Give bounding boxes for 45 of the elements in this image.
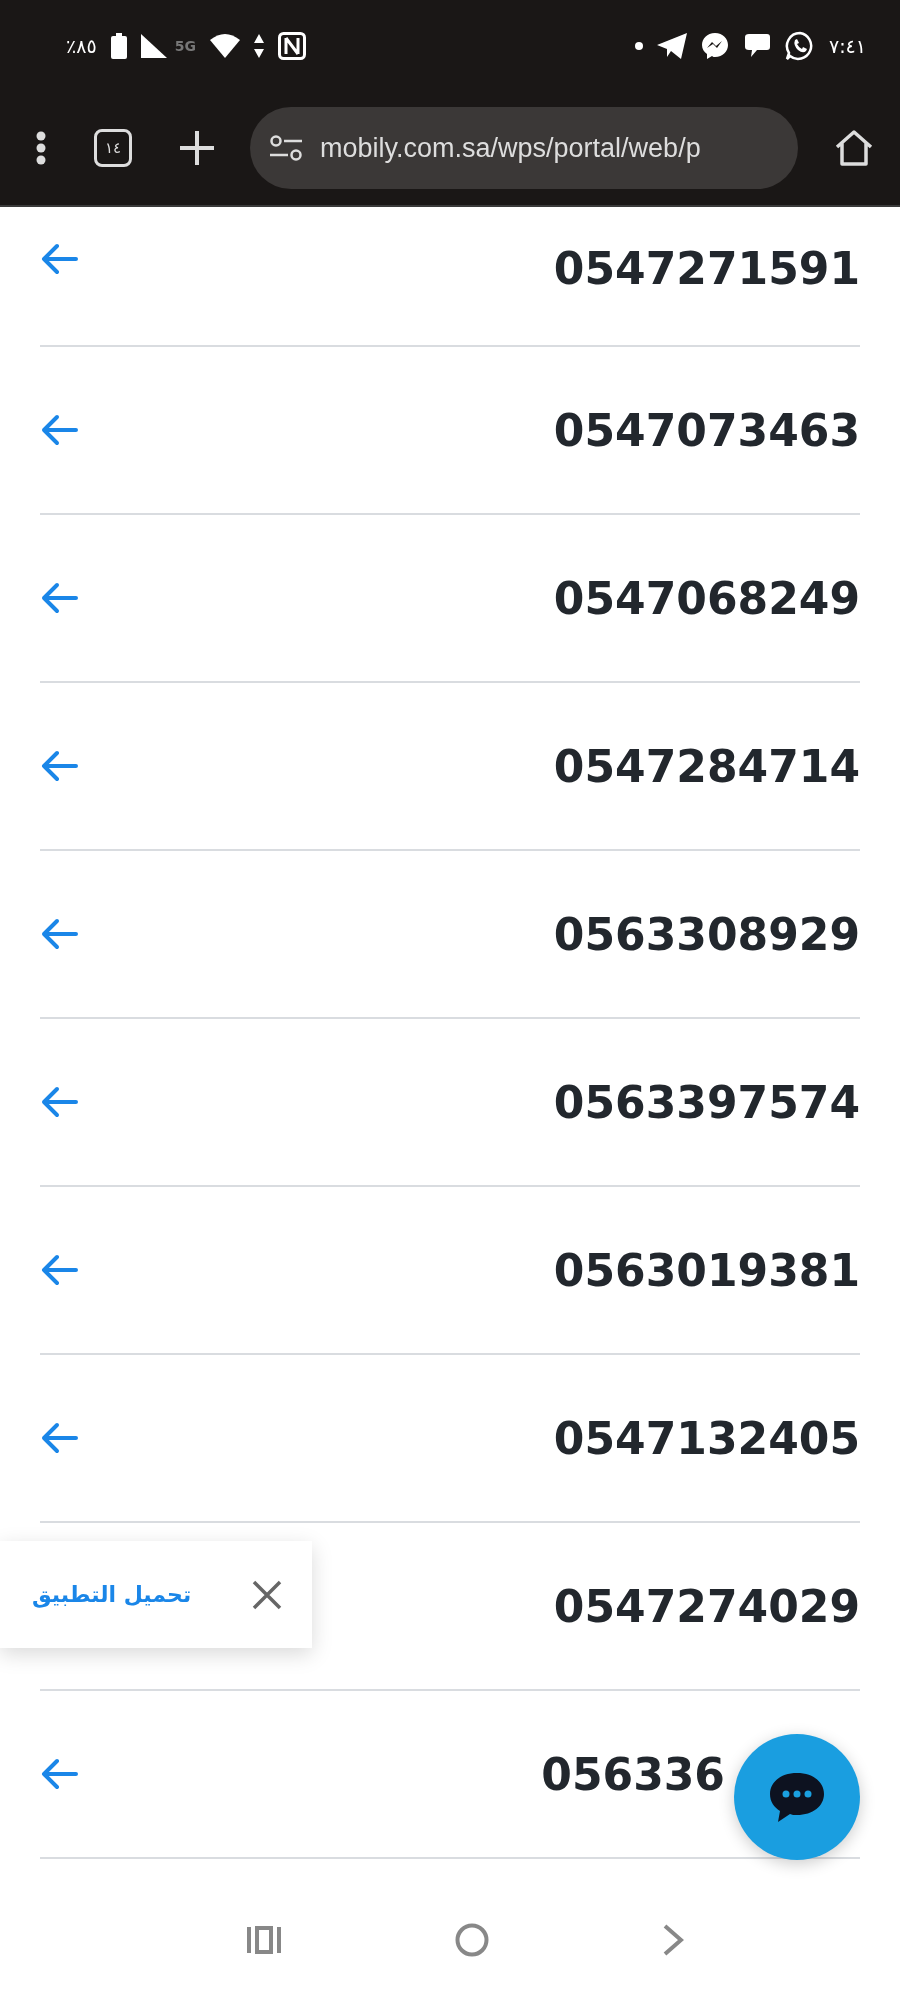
phone-number[interactable]: 0563308929 [553, 908, 860, 960]
home-icon[interactable] [834, 129, 874, 167]
clock: ٧:٤١ [828, 35, 866, 57]
arrow-left-icon[interactable] [40, 414, 78, 446]
address-bar[interactable]: mobily.com.sa/wps/portal/web/p [250, 107, 798, 189]
phone-bubble-icon [784, 31, 815, 61]
arrow-left-icon[interactable] [40, 1254, 78, 1286]
chat-bubble-icon[interactable] [768, 1771, 826, 1823]
signal-icon [140, 34, 167, 58]
dot-icon [634, 42, 643, 50]
phone-number[interactable]: 0547132405 [553, 1412, 860, 1464]
phone-number[interactable]: 0547284714 [553, 740, 860, 792]
phone-number[interactable]: 0563019381 [553, 1244, 860, 1296]
arrow-left-icon[interactable] [40, 582, 78, 614]
arrow-left-icon[interactable] [40, 1758, 78, 1790]
wifi-icon [209, 34, 240, 58]
battery-icon [110, 33, 127, 59]
phone-number[interactable]: 0547271591 [553, 243, 860, 294]
arrow-left-icon[interactable] [40, 750, 78, 782]
chat-bubbles-icon [742, 33, 771, 59]
chevron-right-icon[interactable] [661, 1923, 684, 1957]
phone-number[interactable]: 0547073463 [553, 404, 860, 456]
url-text[interactable]: mobily.com.sa/wps/portal/web/p [320, 132, 701, 164]
settings-sliders-icon[interactable] [270, 134, 302, 162]
arrow-left-icon[interactable] [40, 1086, 78, 1118]
messenger-icon [700, 32, 729, 60]
download-app-link[interactable]: تحميل التطبيق [32, 1582, 192, 1607]
battery-percent: ٪٨٥ [66, 35, 97, 57]
tabs-button[interactable]: ١٤ [94, 129, 132, 167]
phone-number[interactable]: 0563397574 [553, 1076, 860, 1128]
home-circle-icon[interactable] [455, 1923, 489, 1957]
close-icon[interactable] [252, 1579, 282, 1610]
data-arrows-icon [253, 34, 264, 58]
arrow-left-icon[interactable] [40, 1422, 78, 1454]
phone-number[interactable]: 0547068249 [553, 572, 860, 624]
arrow-left-icon[interactable] [40, 243, 78, 275]
paper-plane-icon [656, 33, 687, 59]
nfc-icon [277, 32, 306, 60]
network-label: 5G [174, 38, 196, 54]
plus-icon[interactable] [180, 131, 214, 165]
recent-apps-icon[interactable] [246, 1925, 283, 1955]
phone-number[interactable]: 0547274029 [553, 1580, 860, 1632]
menu-icon[interactable] [36, 131, 46, 165]
phone-number[interactable]: 056336 [541, 1748, 725, 1800]
arrow-left-icon[interactable] [40, 918, 78, 950]
